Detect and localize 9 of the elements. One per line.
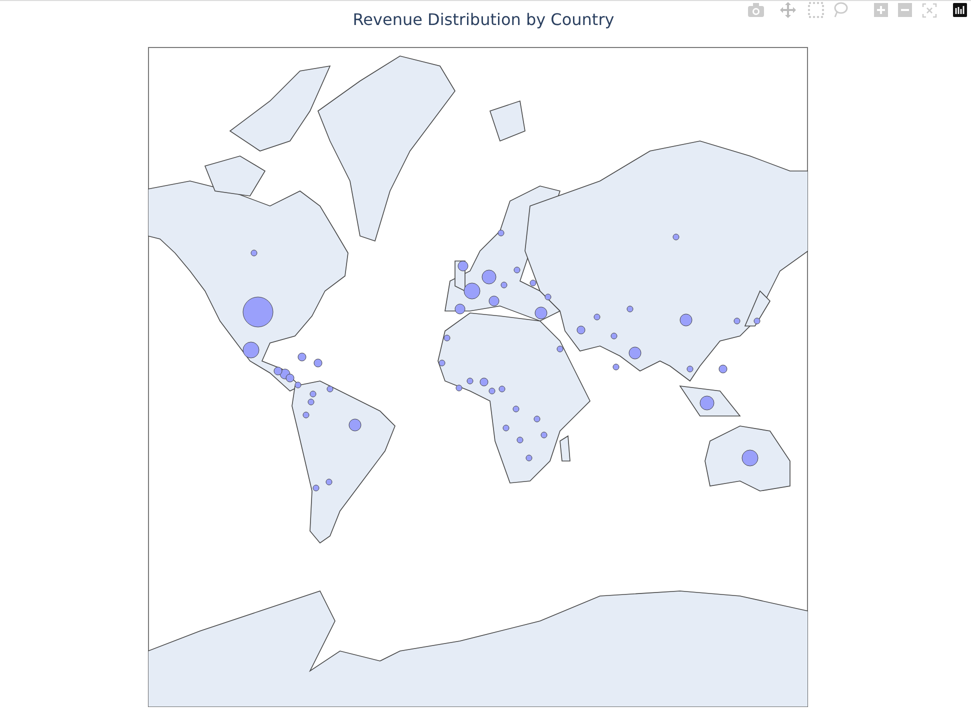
reset-axes-icon[interactable] bbox=[922, 2, 937, 18]
chart-title: Revenue Distribution by Country bbox=[352, 10, 614, 31]
lasso-icon[interactable] bbox=[832, 2, 848, 18]
box-select-icon[interactable] bbox=[808, 2, 824, 18]
bar-chart-logo-icon[interactable] bbox=[953, 3, 967, 17]
zoom-in-icon[interactable] bbox=[874, 3, 888, 17]
camera-icon[interactable] bbox=[748, 3, 764, 17]
move-icon[interactable] bbox=[780, 2, 796, 18]
zoom-out-icon[interactable] bbox=[898, 3, 912, 17]
